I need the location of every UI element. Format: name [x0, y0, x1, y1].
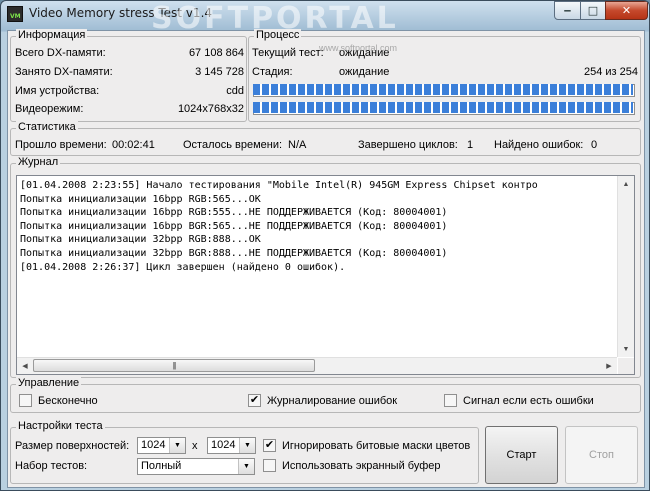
- minimize-button[interactable]: ‒: [554, 1, 581, 20]
- journal-line: [01.04.2008 2:26:37] Цикл завершен (найд…: [20, 261, 346, 273]
- beep-checkbox[interactable]: Сигнал если есть ошибки: [444, 394, 594, 407]
- ignore-masks-checkbox-label: Игнорировать битовые маски цветов: [282, 439, 471, 452]
- journal-log[interactable]: [01.04.2008 2:23:55] Начало тестирования…: [16, 175, 635, 375]
- screen-buffer-checkbox[interactable]: Использовать экранный буфер: [263, 459, 441, 472]
- elapsed-value: 00:02:41: [112, 139, 155, 151]
- info-total-label: Всего DX-памяти:: [15, 47, 106, 59]
- surface-width-value: 1024: [141, 439, 166, 451]
- test-set-label: Набор тестов:: [15, 460, 88, 472]
- scrollbar-corner: [618, 358, 634, 374]
- start-button[interactable]: Старт: [485, 426, 558, 484]
- current-test-label: Текущий тест:: [252, 47, 324, 59]
- info-group-title: Информация: [16, 29, 88, 41]
- surface-size-label: Размер поверхностей:: [15, 440, 130, 452]
- info-device-value: cdd: [226, 85, 244, 97]
- maximize-button[interactable]: □: [580, 1, 606, 20]
- chevron-down-icon[interactable]: ▼: [239, 438, 255, 453]
- app-icon: VM: [7, 6, 23, 22]
- journal-line: Попытка инициализации 16bpp RGB:565...OK: [20, 193, 261, 205]
- journal-line: Попытка инициализации 32bpp RGB:888...OK: [20, 234, 261, 246]
- title-bar[interactable]: VM Video Memory stress Test v1.4 SOFTPOR…: [1, 1, 649, 36]
- journal-horizontal-scrollbar[interactable]: ◀ ||| ▶: [17, 357, 617, 374]
- info-used-value: 3 145 728: [195, 66, 244, 78]
- times-label: x: [192, 440, 198, 452]
- test-progress-bar: [253, 84, 635, 97]
- logging-checkbox-box[interactable]: ✔: [248, 394, 261, 407]
- cycles-value: 1: [467, 139, 474, 151]
- journal-hscroll-thumb[interactable]: |||: [33, 359, 315, 372]
- journal-line: [01.04.2008 2:23:55] Начало тестирования…: [20, 180, 538, 191]
- remaining-label: Осталось времени:: [183, 139, 283, 151]
- stage-count: 254 из 254: [583, 66, 638, 78]
- stats-group: Статистика Прошло времени: 00:02:41 Оста…: [10, 121, 641, 156]
- scroll-right-arrow-icon[interactable]: ▶: [601, 358, 617, 374]
- stage-value: ожидание: [339, 66, 390, 78]
- info-mode-label: Видеорежим:: [15, 103, 84, 115]
- test-set-value: Полный: [141, 460, 182, 472]
- infinite-checkbox[interactable]: Бесконечно: [19, 394, 98, 407]
- logging-checkbox-label: Журналирование ошибок: [267, 394, 398, 407]
- info-device-label: Имя устройства:: [15, 85, 100, 97]
- beep-checkbox-box[interactable]: [444, 394, 457, 407]
- watermark-url: www.softportal.com: [319, 43, 398, 53]
- chevron-down-icon[interactable]: ▼: [238, 459, 254, 474]
- info-used-label: Занято DX-памяти:: [15, 66, 113, 78]
- cycles-label: Завершено циклов:: [358, 139, 458, 151]
- journal-line: Попытка инициализации 16bpp RGB:555...НЕ…: [20, 207, 448, 219]
- app-icon-label: VM: [10, 13, 21, 20]
- ignore-masks-checkbox[interactable]: ✔ Игнорировать битовые маски цветов: [263, 439, 470, 452]
- scroll-left-arrow-icon[interactable]: ◀: [17, 358, 33, 374]
- stage-label: Стадия:: [252, 66, 293, 78]
- info-mode-value: 1024x768x32: [177, 103, 244, 115]
- stats-group-title: Статистика: [16, 121, 78, 133]
- screen-buffer-checkbox-box[interactable]: [263, 459, 276, 472]
- journal-lines: [01.04.2008 2:23:55] Начало тестирования…: [20, 179, 612, 351]
- process-group: Процесс Текущий тест: ожидание Стадия: о…: [248, 29, 641, 122]
- elapsed-label: Прошло времени:: [15, 139, 107, 151]
- beep-checkbox-label: Сигнал если есть ошибки: [463, 394, 594, 407]
- stage-progress-fill: [253, 102, 633, 113]
- errors-label: Найдено ошибок:: [494, 139, 584, 151]
- scroll-down-arrow-icon[interactable]: ▼: [618, 341, 634, 357]
- scroll-up-arrow-icon[interactable]: ▲: [618, 176, 634, 192]
- journal-vertical-scrollbar[interactable]: ▲ ▼: [617, 176, 634, 357]
- journal-line: Попытка инициализации 16bpp BGR:565...НЕ…: [20, 220, 448, 232]
- chevron-down-icon[interactable]: ▼: [169, 438, 185, 453]
- remaining-value: N/A: [288, 139, 307, 151]
- control-group: Управление Бесконечно ✔ Журналирование о…: [10, 377, 641, 413]
- info-group: Информация Всего DX-памяти: 67 108 864 З…: [10, 29, 247, 122]
- logging-checkbox[interactable]: ✔ Журналирование ошибок: [248, 394, 397, 407]
- control-group-title: Управление: [16, 377, 82, 389]
- infinite-checkbox-label: Бесконечно: [38, 394, 98, 407]
- stage-progress-bar: [253, 102, 635, 115]
- errors-value: 0: [591, 139, 598, 151]
- test-set-combo[interactable]: Полный ▼: [137, 458, 255, 475]
- settings-group-title: Настройки теста: [16, 420, 105, 432]
- app-window: VM Video Memory stress Test v1.4 SOFTPOR…: [0, 0, 650, 491]
- journal-line: Попытка инициализации 32bpp BGR:888...НЕ…: [20, 247, 448, 259]
- close-button[interactable]: ✕: [605, 1, 648, 20]
- ignore-masks-checkbox-box[interactable]: ✔: [263, 439, 276, 452]
- infinite-checkbox-box[interactable]: [19, 394, 32, 407]
- surface-height-combo[interactable]: 1024 ▼: [207, 437, 256, 454]
- process-group-title: Процесс: [254, 29, 302, 41]
- stop-button[interactable]: Стоп: [565, 426, 638, 484]
- surface-width-combo[interactable]: 1024 ▼: [137, 437, 186, 454]
- client-area: Информация Всего DX-памяти: 67 108 864 З…: [7, 29, 645, 488]
- info-total-value: 67 108 864: [188, 47, 244, 59]
- journal-group: Журнал [01.04.2008 2:23:55] Начало тести…: [10, 156, 641, 378]
- screen-buffer-checkbox-label: Использовать экранный буфер: [282, 459, 441, 472]
- settings-group: Настройки теста Размер поверхностей: 102…: [10, 420, 479, 484]
- test-progress-fill: [253, 84, 633, 95]
- surface-height-value: 1024: [211, 439, 236, 451]
- journal-group-title: Журнал: [16, 156, 61, 168]
